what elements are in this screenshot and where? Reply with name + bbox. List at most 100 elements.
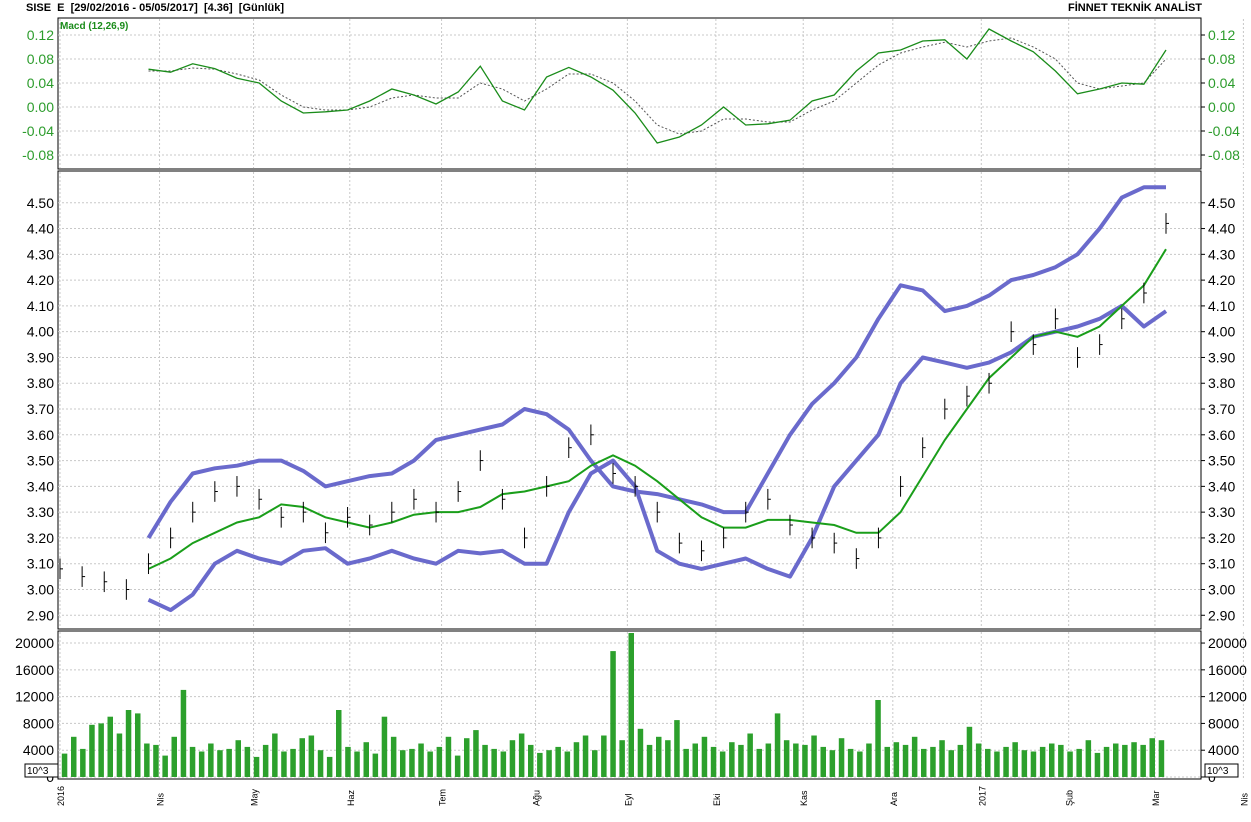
y-tick-label-right: 4.40 <box>1208 221 1235 237</box>
volume-bar <box>592 750 598 777</box>
volume-bar <box>911 736 918 777</box>
volume-bar <box>208 743 214 777</box>
x-tick-label: Tem <box>438 789 448 806</box>
volume-bar <box>1076 748 1082 777</box>
y-tick-label-right: 3.20 <box>1208 530 1235 546</box>
y-tick-label-left: 3.70 <box>27 401 54 417</box>
volume-bar <box>637 728 644 777</box>
volume-bar <box>244 746 251 777</box>
y-tick-label-right: 8000 <box>1208 715 1239 731</box>
volume-bar <box>1094 752 1101 777</box>
volume-bar <box>107 716 113 777</box>
volume-bar <box>464 738 470 777</box>
marks-layer <box>59 28 1169 777</box>
y-tick-label-left: 4000 <box>23 742 54 758</box>
volume-bar <box>1030 751 1037 777</box>
volume-bar <box>710 746 717 777</box>
y-tick-label-right: 3.40 <box>1208 478 1235 494</box>
volume-bar <box>153 744 159 777</box>
volume-bar <box>939 740 945 777</box>
y-tick-label-right: 0.04 <box>1208 75 1235 91</box>
volume-bar <box>363 742 369 777</box>
volume-bar <box>701 736 708 777</box>
volume-bar <box>747 733 753 777</box>
y-tick-label-right: 2.90 <box>1208 607 1235 623</box>
y-tick-label-left: 3.20 <box>27 530 54 546</box>
macd-panel-frame <box>57 17 1202 170</box>
volume-bar <box>61 753 68 777</box>
volume-bar <box>875 700 881 777</box>
y-tick-label-left: -0.08 <box>22 147 54 163</box>
macd-legend: Macd (12,26,9) <box>60 21 128 32</box>
volume-bar <box>98 723 104 777</box>
macd-signal-line <box>148 37 1167 135</box>
volume-bar <box>729 742 735 777</box>
volume-bar <box>893 742 900 777</box>
volume-bar <box>573 742 580 777</box>
volume-bar <box>135 713 141 777</box>
volume-bar <box>317 750 324 777</box>
volume-bar <box>528 744 534 777</box>
volume-bar <box>884 746 890 777</box>
volume-bar <box>765 743 772 777</box>
volume-bar <box>656 736 662 777</box>
volume-bar <box>144 743 150 777</box>
volume-bar <box>427 751 433 777</box>
volume-bar <box>518 733 525 777</box>
volume-unit-left: 10^3 <box>27 766 49 777</box>
y-tick-label-left: 4.10 <box>27 298 54 314</box>
y-tick-label-left: 3.30 <box>27 504 54 520</box>
volume-bar <box>171 736 177 777</box>
volume-bar <box>454 755 461 777</box>
volume-bar <box>857 751 863 777</box>
y-tick-label-left: 4.00 <box>27 324 54 340</box>
volume-bar <box>162 755 168 777</box>
y-tick-label-right: 3.60 <box>1208 427 1235 443</box>
x-tick-label: 2017 <box>977 786 987 806</box>
volume-bar <box>829 750 836 777</box>
volume-bar <box>390 736 397 777</box>
y-tick-label-right: 4.10 <box>1208 298 1235 314</box>
x-tick-label: Şub <box>1065 790 1075 806</box>
volume-bar <box>1158 740 1165 777</box>
volume-bar <box>1003 746 1009 777</box>
volume-bar <box>774 713 781 777</box>
volume-bar <box>262 744 269 777</box>
y-tick-label-right: -0.04 <box>1208 123 1240 139</box>
volume-bar <box>1058 744 1064 777</box>
volume-bar <box>345 746 351 777</box>
technical-chart: Macd (12,26,9) 2016 Nis May Haz Tem Ağu Eyl Eki… <box>15 17 1249 806</box>
y-tick-label-right: 3.10 <box>1208 556 1235 572</box>
y-tick-label-left: 3.00 <box>27 581 54 597</box>
y-tick-label-right: 0.12 <box>1208 27 1235 43</box>
volume-bar <box>1122 744 1128 777</box>
x-tick-label: Eyl <box>623 793 633 806</box>
volume-bar <box>290 748 296 777</box>
volume-bar <box>253 756 260 777</box>
x-tick-label: Mar <box>1151 790 1161 806</box>
volume-bar <box>683 748 689 777</box>
volume-bar <box>930 746 936 777</box>
volume-bar <box>372 753 379 777</box>
volume-bar <box>71 736 77 777</box>
macd-line <box>148 28 1167 144</box>
y-tick-label-left: -0.04 <box>22 123 54 139</box>
volume-bar <box>610 651 616 777</box>
volume-bar <box>400 750 406 777</box>
volume-bar <box>1039 746 1046 777</box>
y-tick-label-left: 20000 <box>15 635 54 651</box>
volume-bar <box>1012 742 1018 777</box>
volume-bar <box>738 744 744 777</box>
volume-bar <box>509 740 516 777</box>
volume-bar <box>272 733 278 777</box>
x-tick-label: Ara <box>889 792 899 806</box>
volume-bar <box>646 744 653 777</box>
y-tick-label-right: 4000 <box>1208 742 1239 758</box>
y-tick-label-right: 3.70 <box>1208 401 1235 417</box>
volume-bar <box>409 748 415 777</box>
y-tick-label-left: 0.08 <box>27 51 54 67</box>
volume-bar <box>902 744 909 777</box>
volume-bar <box>994 751 1000 777</box>
volume-bar <box>966 726 973 777</box>
y-tick-label-right: 4.50 <box>1208 195 1235 211</box>
